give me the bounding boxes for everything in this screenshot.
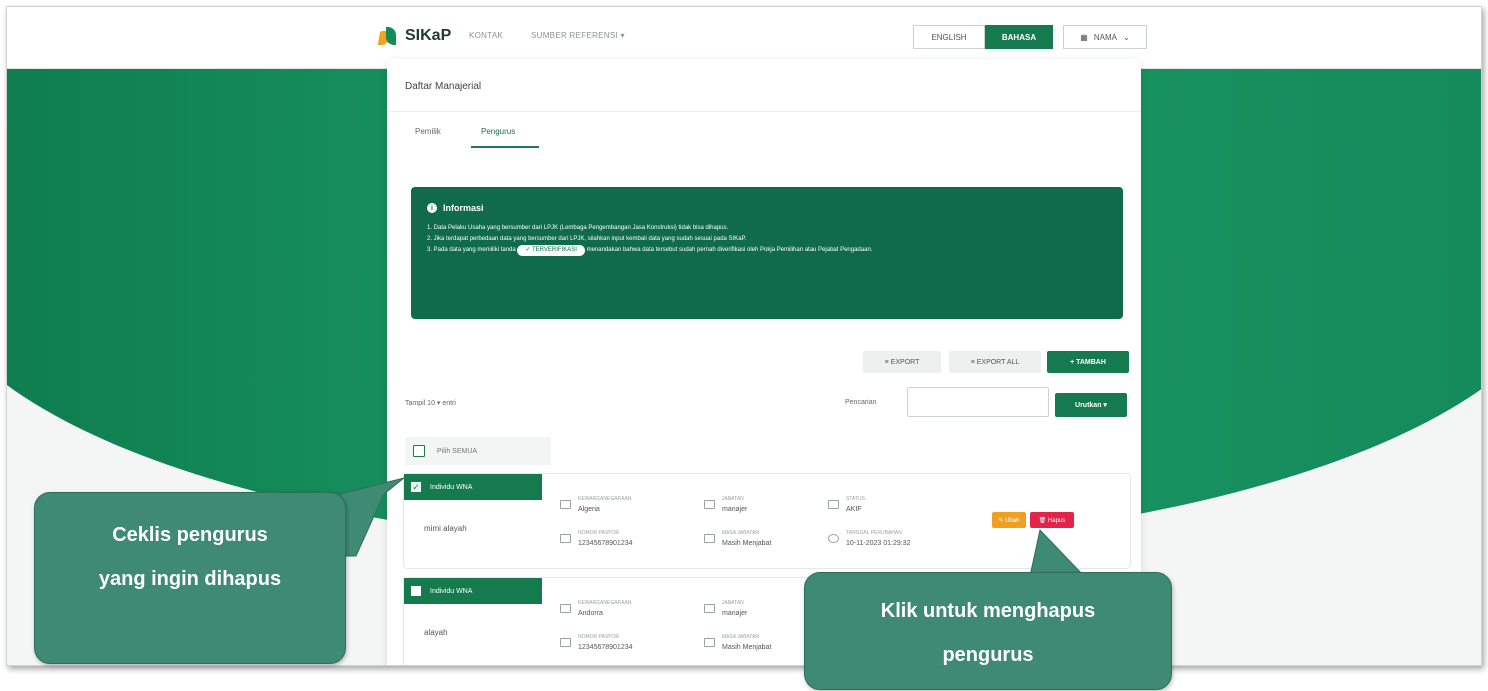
field-value: Andorra: [578, 610, 603, 617]
search-input[interactable]: [907, 387, 1049, 417]
sort-button[interactable]: Urutkan ▾: [1055, 393, 1127, 417]
row-name: alayah: [424, 628, 448, 637]
select-all-row[interactable]: Pilih SEMUA: [405, 437, 551, 465]
add-button[interactable]: + TAMBAH: [1047, 351, 1129, 373]
export-button[interactable]: ≡ EXPORT: [863, 351, 941, 373]
field-value: manajer: [722, 506, 748, 513]
callout-left-line2: yang ingin dihapus: [98, 568, 282, 590]
field-value: 12345678901234: [578, 644, 633, 651]
row-tag: ✓ Individu WNA: [404, 474, 542, 500]
field-value: Algeria: [578, 506, 600, 513]
user-icon: ▦: [1080, 32, 1088, 42]
info-line-3a: 3. Pada data yang memiliki tanda: [427, 247, 516, 253]
field-label: MASA JABATAN: [722, 634, 760, 640]
calendar-icon: [704, 534, 715, 543]
select-all-checkbox[interactable]: [413, 445, 425, 457]
verified-badge: ✓ TERVERIFIKASI: [517, 245, 585, 256]
status-icon: [828, 500, 839, 509]
tab-pemilik[interactable]: Pemilik: [415, 127, 441, 136]
user-menu-button[interactable]: ▦ NAMA ⌄: [1063, 25, 1147, 49]
field-label: JABATAN: [722, 496, 744, 502]
info-line-3b: menandakan bahwa data tersebut sudah per…: [586, 247, 873, 253]
logo-text: SIKaP: [405, 27, 452, 44]
info-box: i Informasi 1. Data Pelaku Usaha yang be…: [411, 187, 1123, 319]
briefcase-icon: [704, 604, 715, 613]
field-value: AKIF: [846, 506, 862, 513]
callout-right-line1: Klik untuk menghapus: [880, 600, 1096, 622]
nav-kontak[interactable]: KONTAK: [469, 31, 503, 40]
active-tab-indicator: [471, 146, 539, 148]
sikap-logo-icon: [377, 25, 399, 47]
select-all-label: Pilih SEMUA: [437, 447, 478, 455]
logo[interactable]: SIKaP: [377, 25, 451, 47]
field-value: Masih Menjabat: [722, 644, 772, 651]
field-label: JABATAN: [722, 600, 744, 606]
info-icon: i: [427, 203, 437, 213]
info-line-1: 1. Data Pelaku Usaha yang bersumber dari…: [427, 225, 729, 231]
callout-right-line2: pengurus: [942, 644, 1034, 666]
briefcase-icon: [704, 500, 715, 509]
field-value: Masih Menjabat: [722, 540, 772, 547]
calendar-icon: [704, 638, 715, 647]
chevron-down-icon: ⌄: [1122, 32, 1130, 42]
field-label: STATUS: [846, 496, 865, 502]
info-line-3: 3. Pada data yang memiliki tanda ✓ TERVE…: [427, 245, 1107, 256]
flag-icon: [560, 604, 571, 613]
callout-delete-pengurus: Klik untuk menghapus pengurus: [804, 572, 1172, 690]
row-tag: Individu WNA: [404, 578, 542, 604]
field-value: 10-11-2023 01:29:32: [846, 540, 911, 547]
callout-right-pointer: [1029, 528, 1086, 577]
row-tag-label: Individu WNA: [430, 483, 473, 491]
user-label: NAMA: [1093, 32, 1117, 42]
info-heading: Informasi: [443, 203, 484, 213]
flag-icon: [560, 500, 571, 509]
field-label: KEWARGANEGARAAN: [578, 496, 632, 502]
info-line-2: 2. Jika terdapat perbedaan data yang ber…: [427, 236, 747, 242]
field-label: NOMOR PASPOR: [578, 634, 620, 640]
info-heading-row: i Informasi: [427, 203, 1107, 213]
field-value: manajer: [722, 610, 748, 617]
callout-check-pengurus: Ceklis pengurus yang ingin dihapus: [34, 492, 346, 664]
field-label: TANGGAL PERUBAHAN: [846, 530, 902, 536]
id-card-icon: [560, 638, 571, 647]
page-title: Daftar Manajerial: [405, 81, 482, 92]
nav-sumber-referensi[interactable]: SUMBER REFERENSI ▾: [531, 31, 625, 40]
row-checkbox[interactable]: [410, 585, 422, 597]
row-tag-label: Individu WNA: [430, 587, 473, 595]
field-value: 12345678901234: [578, 540, 633, 547]
search-label: Pencarian: [845, 399, 877, 406]
tab-pengurus[interactable]: Pengurus: [481, 127, 515, 136]
show-entries-select[interactable]: Tampil 10 ▾ entri: [405, 399, 456, 407]
id-card-icon: [560, 534, 571, 543]
field-label: NOMOR PASPOR: [578, 530, 620, 536]
lang-english-button[interactable]: ENGLISH: [913, 25, 985, 49]
export-all-button[interactable]: ≡ EXPORT ALL: [949, 351, 1041, 373]
lang-bahasa-button[interactable]: BAHASA: [985, 25, 1053, 49]
callout-left-line1: Ceklis pengurus: [112, 524, 268, 546]
divider: [387, 111, 1141, 112]
clock-icon: [828, 534, 839, 543]
field-label: MASA JABATAN: [722, 530, 760, 536]
row-name: mimi alayah: [424, 524, 467, 533]
field-label: KEWARGANEGARAAN: [578, 600, 632, 606]
